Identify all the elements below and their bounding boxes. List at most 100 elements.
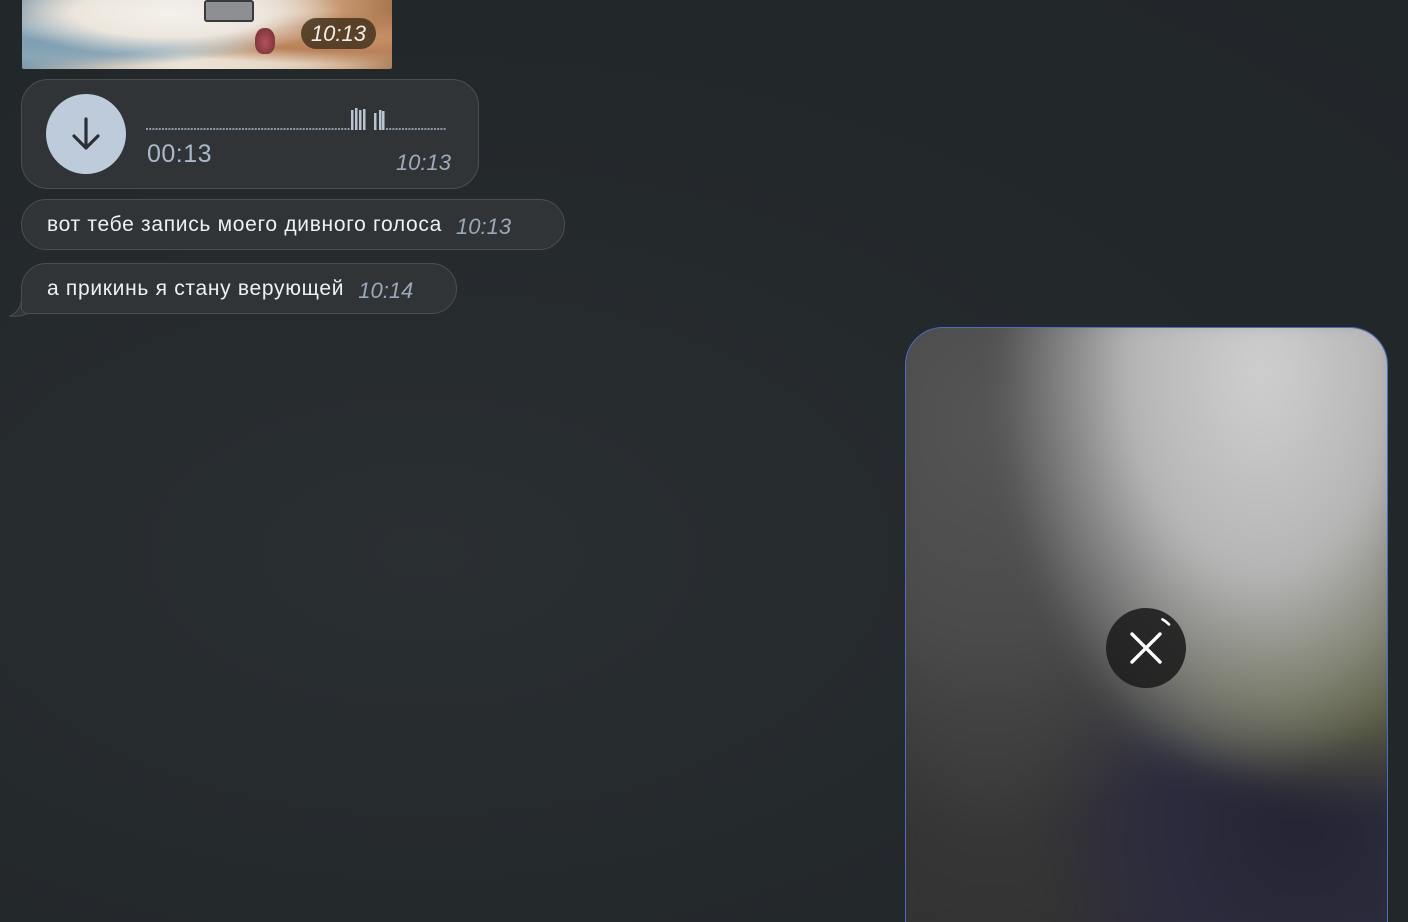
waveform-bar (149, 128, 152, 130)
waveform-bar (197, 128, 200, 130)
waveform-bar (178, 128, 180, 130)
waveform-bar (392, 128, 395, 130)
waveform-bar (341, 128, 344, 130)
waveform-bar (258, 128, 260, 130)
waveform-bar (277, 128, 280, 130)
waveform-bar (146, 128, 148, 130)
waveform-bar (254, 128, 257, 130)
waveform-bar (190, 128, 193, 130)
waveform-bar (293, 128, 296, 130)
download-arrow-icon (72, 117, 100, 150)
waveform-bar (261, 128, 264, 130)
waveform-bar (325, 128, 328, 130)
waveform-bar (174, 128, 177, 130)
waveform-bar (395, 128, 398, 130)
waveform-bar (210, 128, 212, 130)
waveform-bar (206, 128, 209, 130)
message-text: вот тебе запись моего дивного голоса (47, 212, 443, 236)
chat-history: 10:13 00:13 10:13 вот тебе запись моего … (0, 0, 1408, 922)
waveform-bar (226, 128, 228, 130)
waveform-bar (424, 128, 427, 130)
waveform-bar (264, 128, 267, 130)
waveform-bar (427, 128, 430, 130)
waveform-bar (312, 128, 315, 130)
waveform-bar (430, 128, 433, 130)
text-message[interactable]: а прикинь я стану верующей 10:14 (21, 263, 457, 314)
upload-progress-ring (1111, 613, 1181, 683)
waveform-bar (389, 128, 392, 130)
text-message[interactable]: вот тебе запись моего дивного голоса 10:… (21, 199, 565, 250)
waveform-bar (187, 128, 190, 130)
waveform-bar (242, 128, 244, 130)
waveform-bar (238, 128, 241, 130)
waveform-bar (158, 128, 161, 130)
waveform-bar (251, 128, 254, 130)
voice-waveform[interactable] (146, 104, 446, 130)
photo-timestamp: 10:13 (300, 18, 376, 49)
photo-detail (204, 0, 254, 22)
waveform-bar (290, 128, 292, 130)
waveform-bar (386, 128, 388, 130)
waveform-bar (405, 128, 408, 130)
waveform-bar (283, 128, 286, 130)
waveform-bar (334, 128, 337, 130)
waveform-bar (408, 128, 411, 130)
cancel-upload-button[interactable] (1106, 608, 1186, 688)
waveform-bar (162, 128, 164, 130)
photo-message[interactable]: 10:13 (22, 0, 392, 69)
waveform-bar (434, 128, 436, 130)
waveform-bar (437, 128, 440, 130)
waveform-bar (270, 128, 273, 130)
waveform-bar (184, 128, 187, 130)
waveform-bar (347, 128, 350, 130)
photo-detail (255, 28, 275, 54)
message-timestamp: 10:14 (358, 277, 414, 303)
waveform-bar (235, 128, 238, 130)
waveform-bar (181, 128, 184, 130)
waveform-bar (421, 128, 424, 130)
waveform-bar (306, 128, 308, 130)
waveform-bar (245, 128, 248, 130)
waveform-bar (168, 128, 171, 130)
waveform-bar (440, 128, 443, 130)
waveform-bar (152, 128, 155, 130)
message-text: а прикинь я стану верующей (47, 276, 345, 300)
voice-timestamp: 10:13 (395, 150, 451, 175)
waveform-bar (280, 128, 283, 130)
waveform-bar (219, 128, 222, 130)
voice-download-button[interactable] (46, 94, 126, 174)
waveform-bar (331, 128, 334, 130)
waveform-bar (274, 128, 276, 130)
voice-message: 00:13 10:13 (21, 79, 479, 189)
waveform-bar (216, 128, 219, 130)
waveform-bar (414, 128, 417, 130)
message-timestamp: 10:13 (456, 213, 512, 239)
waveform-bar (222, 128, 225, 130)
waveform-bar (443, 128, 446, 130)
waveform-bar (328, 128, 331, 130)
waveform-bar (194, 128, 196, 130)
waveform-bar (302, 128, 305, 130)
waveform-bar (232, 128, 235, 130)
waveform-bar (299, 128, 302, 130)
waveform-bar (229, 128, 232, 130)
waveform-bar (402, 128, 404, 130)
waveform-bar (309, 128, 312, 130)
waveform-bar (267, 128, 270, 130)
waveform-bar (398, 128, 401, 130)
waveform-bar (418, 128, 420, 130)
waveform-bar (171, 128, 174, 130)
waveform-bar (213, 128, 216, 130)
waveform-bar (200, 128, 203, 130)
waveform-bar (344, 128, 347, 130)
waveform-bar (286, 128, 289, 130)
media-upload-preview[interactable] (905, 327, 1388, 922)
waveform-bar (338, 128, 340, 130)
voice-duration: 00:13 (147, 140, 213, 168)
waveform-bar (411, 128, 414, 130)
waveform-bar (203, 128, 206, 130)
waveform-bar (322, 128, 324, 130)
waveform-bar (315, 128, 318, 130)
waveform-bar (248, 128, 251, 130)
waveform-bar (155, 128, 158, 130)
